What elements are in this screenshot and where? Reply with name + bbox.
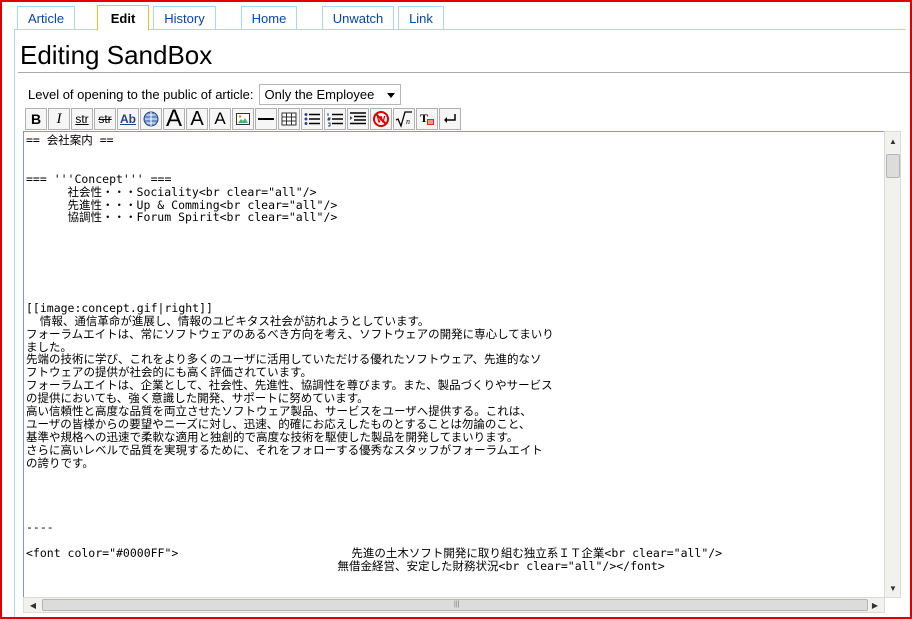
opening-level-select[interactable]: Only the Employee — [259, 83, 402, 105]
indent-button[interactable] — [347, 108, 369, 130]
horizontal-scrollbar[interactable]: ◀ ||| ▶ — [23, 597, 885, 613]
square-root-icon: n — [395, 111, 412, 128]
horizontal-rule-button[interactable] — [255, 108, 277, 130]
tab-unwatch-label: Unwatch — [332, 11, 384, 26]
globe-icon — [143, 111, 159, 127]
svg-text:T: T — [420, 111, 428, 125]
bold-icon: B — [30, 111, 42, 127]
ab-icon: Ab — [120, 112, 136, 126]
chevron-down-icon — [387, 92, 396, 98]
horizontal-line-icon — [258, 118, 274, 120]
opening-level-row: Level of opening to the public of articl… — [28, 83, 402, 105]
wiki-text-editor[interactable]: == 会社案内 == === '''Concept''' === 社会性・・・S… — [23, 131, 885, 598]
math-button[interactable]: n — [393, 108, 415, 130]
image-icon — [236, 113, 250, 125]
italic-icon: I — [56, 110, 62, 127]
tab-article[interactable]: Article — [17, 6, 75, 30]
bullet-list-button[interactable] — [301, 108, 323, 130]
font-small-icon: A — [214, 109, 226, 128]
tab-home[interactable]: Home — [241, 6, 297, 30]
numbered-list-button[interactable] — [324, 108, 346, 130]
bold-button[interactable]: B — [25, 108, 47, 130]
tab-link-label: Link — [409, 11, 433, 26]
tab-home-label: Home — [251, 11, 287, 26]
table-icon — [281, 112, 297, 126]
strikeout-icon: str — [98, 112, 112, 126]
opening-level-value: Only the Employee — [264, 86, 375, 102]
svg-text:n: n — [406, 117, 410, 126]
page-title: Editing SandBox — [20, 40, 213, 70]
no-wiki-icon: W — [373, 111, 389, 127]
tab-link[interactable]: Link — [398, 6, 444, 30]
tab-bar: Article Edit History Home Unwatch Link — [0, 0, 912, 31]
signature-icon: T — [420, 111, 434, 125]
font-small-button[interactable]: A — [209, 108, 231, 130]
opening-level-label: Level of opening to the public of articl… — [28, 86, 254, 102]
return-arrow-icon — [444, 114, 456, 123]
vertical-scroll-thumb[interactable] — [886, 154, 900, 178]
scroll-up-icon[interactable]: ▲ — [886, 134, 900, 148]
tab-article-label: Article — [27, 11, 65, 26]
strike-button[interactable]: str — [94, 108, 116, 130]
table-button[interactable] — [278, 108, 300, 130]
bullet-list-icon — [304, 113, 320, 125]
line-break-button[interactable] — [439, 108, 461, 130]
tab-history-label: History — [164, 11, 205, 26]
vertical-scrollbar[interactable]: ▲ ▼ — [884, 131, 901, 598]
numbered-list-icon — [327, 113, 343, 127]
tab-unwatch[interactable]: Unwatch — [322, 6, 394, 30]
title-divider — [18, 72, 910, 73]
scroll-grip-icon: ||| — [454, 601, 460, 608]
scroll-down-icon[interactable]: ▼ — [886, 581, 900, 595]
editor-content: == 会社案内 == === '''Concept''' === 社会性・・・S… — [26, 133, 723, 573]
indent-icon — [350, 112, 366, 125]
font-medium-button[interactable]: A — [186, 108, 208, 130]
tab-history[interactable]: History — [153, 6, 216, 30]
external-link-button[interactable] — [140, 108, 162, 130]
scroll-right-icon[interactable]: ▶ — [868, 599, 882, 612]
tab-edit[interactable]: Edit — [97, 5, 149, 31]
strikethrough-button[interactable]: str — [71, 108, 93, 130]
no-wiki-button[interactable]: W — [370, 108, 392, 130]
strike-icon: str — [75, 112, 89, 126]
signature-button[interactable]: T — [416, 108, 438, 130]
font-large-icon: A — [165, 108, 182, 130]
font-medium-icon: A — [190, 108, 204, 130]
italic-button[interactable]: I — [48, 108, 70, 130]
image-button[interactable] — [232, 108, 254, 130]
scroll-left-icon[interactable]: ◀ — [26, 599, 40, 612]
edit-toolbar: B I str str Ab A A A W n T — [25, 108, 462, 130]
font-large-button[interactable]: A — [163, 108, 185, 130]
abbreviation-button[interactable]: Ab — [117, 108, 139, 130]
tab-edit-label: Edit — [110, 10, 136, 26]
